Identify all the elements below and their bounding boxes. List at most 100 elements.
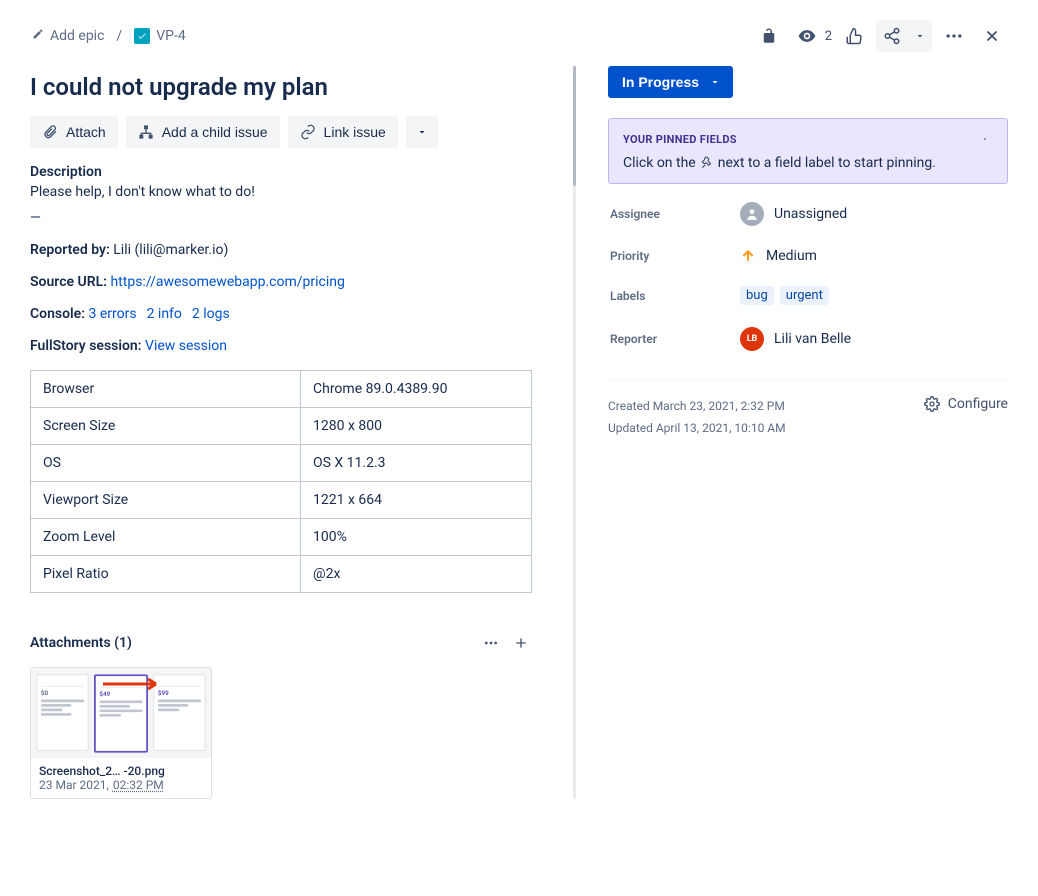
pencil-icon — [32, 28, 44, 44]
table-cell-value: OS X 11.2.3 — [301, 445, 532, 482]
plus-icon — [513, 634, 529, 652]
labels-row[interactable]: Labels bug urgent — [610, 286, 1006, 305]
chevron-down-icon — [709, 76, 721, 88]
created-date: Created March 23, 2021, 2:32 PM — [608, 396, 786, 418]
annotation-arrow-icon — [101, 676, 171, 692]
status-label: In Progress — [622, 74, 699, 90]
description-dash: — — [30, 210, 535, 226]
fullstory-line: FullStory session: View session — [30, 338, 535, 354]
more-horizontal-icon — [483, 634, 499, 652]
resize-handle[interactable] — [573, 66, 576, 799]
vote-button[interactable] — [838, 20, 870, 52]
more-actions-button[interactable] — [938, 20, 970, 52]
description-heading: Description — [30, 164, 535, 180]
configure-button[interactable]: Configure — [924, 396, 1008, 412]
share-icon — [883, 27, 901, 45]
console-info-link[interactable]: 2 info — [147, 306, 182, 322]
chevron-down-icon — [914, 30, 926, 42]
table-cell-value: 1280 x 800 — [301, 408, 532, 445]
table-row: Screen Size1280 x 800 — [31, 408, 532, 445]
more-quick-actions-button[interactable] — [406, 116, 438, 148]
reporter-label: Reporter — [610, 332, 740, 346]
link-icon — [300, 124, 316, 140]
source-url-label: Source URL: — [30, 274, 107, 290]
issue-details: Assignee Unassigned Priority Medi — [608, 202, 1008, 351]
assignee-label: Assignee — [610, 207, 740, 221]
child-issue-icon — [138, 124, 154, 140]
issue-key-breadcrumb[interactable]: VP-4 — [132, 24, 187, 48]
watch-button[interactable] — [791, 20, 823, 52]
share-button[interactable] — [876, 20, 908, 52]
add-epic-breadcrumb[interactable]: Add epic — [30, 24, 106, 48]
priority-label: Priority — [610, 249, 740, 263]
reported-by-label: Reported by: — [30, 242, 110, 258]
breadcrumb: Add epic / VP-4 — [30, 24, 188, 48]
console-label: Console: — [30, 306, 85, 322]
more-horizontal-icon — [944, 26, 964, 46]
table-cell-value: Chrome 89.0.4389.90 — [301, 371, 532, 408]
fullstory-link[interactable]: View session — [145, 338, 227, 354]
add-child-label: Add a child issue — [162, 124, 268, 140]
attachment-date: 23 Mar 2021, 02:32 PM — [39, 778, 203, 792]
priority-value: Medium — [766, 248, 817, 264]
add-epic-label: Add epic — [50, 28, 104, 44]
source-url-link[interactable]: https://awesomewebapp.com/pricing — [110, 274, 344, 290]
link-issue-button[interactable]: Link issue — [288, 116, 398, 148]
console-logs-link[interactable]: 2 logs — [192, 306, 230, 322]
attachment-icon — [42, 124, 58, 140]
close-icon — [983, 133, 987, 145]
lock-button[interactable] — [753, 20, 785, 52]
table-cell-key: Browser — [31, 371, 301, 408]
watch-count: 2 — [825, 29, 832, 44]
task-icon — [134, 28, 150, 44]
attach-label: Attach — [66, 124, 106, 140]
attachment-filename: Screenshot_2… -20.png — [39, 764, 203, 778]
label-chip[interactable]: urgent — [780, 286, 829, 305]
assignee-value: Unassigned — [774, 206, 847, 222]
unassigned-avatar-icon — [740, 202, 764, 226]
reporter-value: Lili van Belle — [774, 331, 851, 347]
source-url-line: Source URL: https://awesomewebapp.com/pr… — [30, 274, 535, 290]
console-errors-link[interactable]: 3 errors — [89, 306, 137, 322]
table-row: Zoom Level100% — [31, 519, 532, 556]
table-cell-key: Pixel Ratio — [31, 556, 301, 593]
attachment-thumbnail: $0 $49 $99 — [31, 668, 211, 758]
status-dropdown[interactable]: In Progress — [608, 66, 733, 98]
breadcrumb-separator: / — [116, 28, 122, 44]
table-cell-value: 1221 x 664 — [301, 482, 532, 519]
labels-label: Labels — [610, 289, 740, 303]
updated-date: Updated April 13, 2021, 10:10 AM — [608, 418, 786, 440]
attach-button[interactable]: Attach — [30, 116, 118, 148]
environment-table: BrowserChrome 89.0.4389.90 Screen Size12… — [30, 370, 532, 593]
reported-by-value: Lili (lili@marker.io) — [113, 242, 228, 258]
close-button[interactable] — [976, 20, 1008, 52]
gear-icon — [924, 396, 940, 412]
table-row: BrowserChrome 89.0.4389.90 — [31, 371, 532, 408]
reporter-row[interactable]: Reporter LB Lili van Belle — [610, 327, 1006, 351]
attachment-card[interactable]: $0 $49 $99 Screenshot_2… -20.png 23 Mar … — [30, 667, 212, 799]
pinned-fields-title: YOUR PINNED FIELDS — [623, 133, 737, 146]
description-text[interactable]: Please help, I don't know what to do! — [30, 184, 535, 200]
assignee-row[interactable]: Assignee Unassigned — [610, 202, 1006, 226]
attachments-title: Attachments (1) — [30, 635, 132, 651]
share-dropdown-button[interactable] — [908, 20, 932, 52]
table-cell-key: OS — [31, 445, 301, 482]
thumbs-up-icon — [845, 27, 863, 45]
pin-icon — [700, 156, 714, 170]
configure-label: Configure — [948, 396, 1008, 412]
add-child-issue-button[interactable]: Add a child issue — [126, 116, 280, 148]
attachments-more-button[interactable] — [477, 629, 505, 657]
issue-title[interactable]: I could not upgrade my plan — [30, 72, 535, 102]
close-icon — [983, 27, 1001, 45]
table-row: Pixel Ratio@2x — [31, 556, 532, 593]
reporter-avatar: LB — [740, 327, 764, 351]
priority-row[interactable]: Priority Medium — [610, 248, 1006, 264]
attachments-add-button[interactable] — [507, 629, 535, 657]
link-issue-label: Link issue — [324, 124, 386, 140]
table-cell-value: 100% — [301, 519, 532, 556]
issue-key-label: VP-4 — [156, 28, 185, 44]
pinned-close-button[interactable] — [977, 131, 993, 147]
pinned-fields-box: YOUR PINNED FIELDS Click on the next to … — [608, 118, 1008, 184]
label-chip[interactable]: bug — [740, 286, 774, 305]
table-cell-key: Zoom Level — [31, 519, 301, 556]
